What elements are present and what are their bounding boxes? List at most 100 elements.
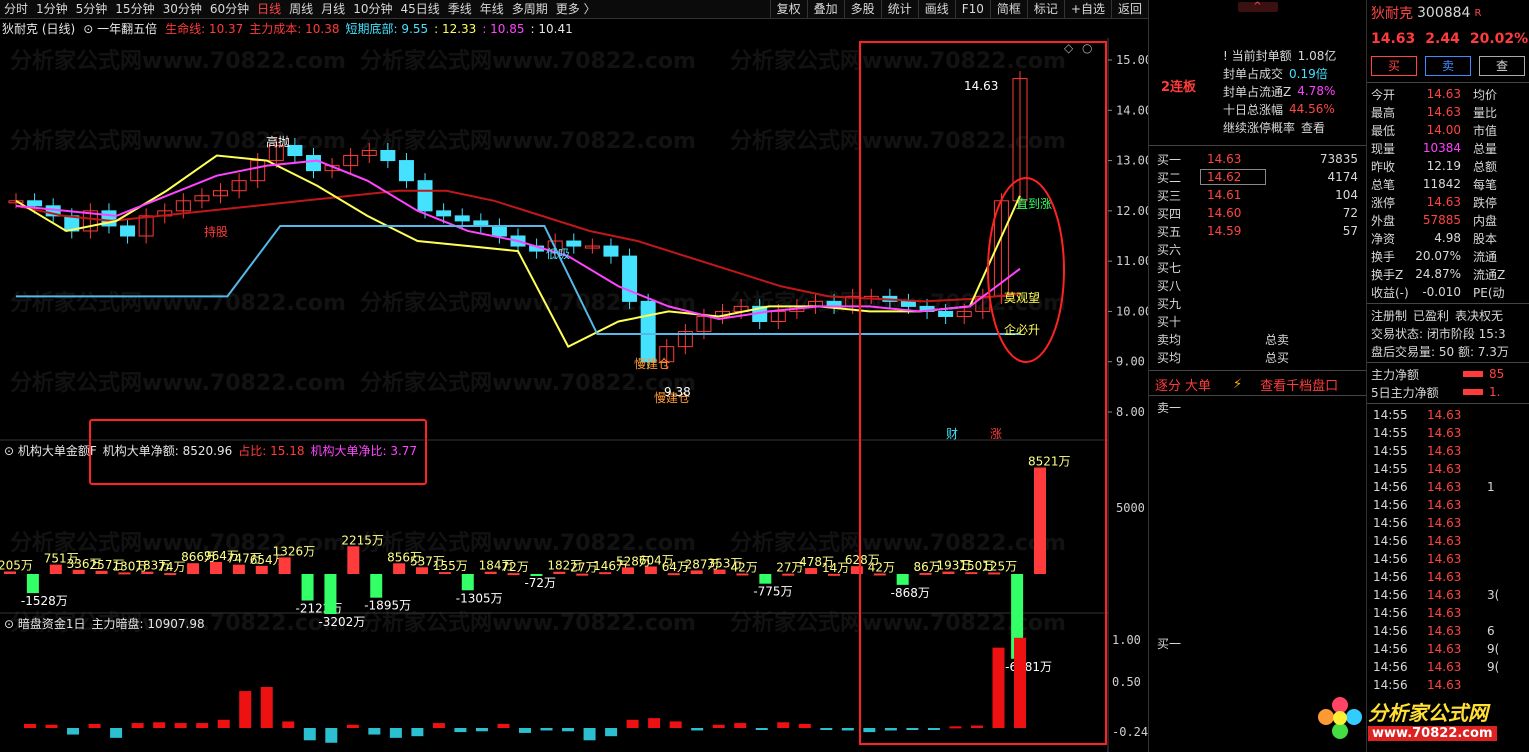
bid-label: 买四 [1157,206,1182,221]
tick-row: 14:56 14.63 [1367,532,1529,550]
candle-body [417,180,433,212]
pane2-bar [370,574,383,598]
pane2-bar [210,561,222,574]
period-tab[interactable]: 10分钟 [349,0,396,19]
y-tick-label: 14.00 [1116,103,1148,117]
tick-row: 14:55 14.63 [1367,460,1529,478]
price-chart[interactable]: 分析家公式网www.70822.com 分析家公式网www.70822.com 分析… [0,38,1148,752]
pane3-bar [820,728,833,730]
bid-row[interactable]: 买六 [1149,240,1366,258]
pane2-bar-label: -868万 [891,586,930,600]
candle-body [938,310,954,317]
pane3-name[interactable]: ⊙ 暗盘资金1日 [4,616,86,632]
collapse-handle-icon[interactable]: ^ [1237,2,1278,12]
pane2-bar-label: 42万 [730,560,757,574]
bid-row[interactable]: 买五 14.59 57 [1149,222,1366,240]
pane2-name[interactable]: ⊙ 机构大单金额F [4,443,97,459]
bid-row[interactable]: 买一 14.63 73835 [1149,150,1366,168]
quote-label: 换手Z [1371,267,1404,282]
period-tab[interactable]: 15分钟 [111,0,158,19]
toolbar-action-button[interactable]: 多股 [843,0,881,19]
avg-left-label: 卖均 [1157,332,1182,347]
flow-row: 5日主力净额 1. [1367,383,1529,401]
period-tab[interactable]: 1分钟 [32,0,72,19]
period-tab[interactable]: 季线 [444,0,476,19]
period-tab[interactable]: 5分钟 [72,0,112,19]
period-tab[interactable]: 30分钟 [159,0,206,19]
period-tab[interactable]: 更多 〉 [552,0,600,19]
period-tab[interactable]: 周线 [285,0,317,19]
watermark-text: 分析家公式网www.70822.com [10,370,346,396]
period-tab[interactable]: 分时 [0,0,32,19]
logo-title: 分析家公式网 [1368,701,1488,725]
pane2-bar-label: -1895万 [364,599,411,613]
buy-button[interactable]: 买 [1371,56,1417,76]
toolbar-action-button[interactable]: 叠加 [806,0,844,19]
period-tab[interactable]: 月线 [317,0,349,19]
bid-price: 14.63 [1207,152,1242,166]
bid-label: 买十 [1157,314,1182,329]
bid-volume: 73835 [1319,152,1358,166]
period-tab[interactable]: 年线 [476,0,508,19]
toolbar-action-button[interactable]: +自选 [1063,0,1111,19]
seal-stat-row[interactable]: 继续涨停概率 查看 [1223,118,1366,136]
quote-list: 今开 14.63 均价 最高 14.63 量比 最低 14.00 市值 现量 10384 总量 昨收 12… [1367,85,1529,301]
bid-row[interactable]: 买十 [1149,312,1366,330]
tick-row: 14:56 14.63 6 [1367,622,1529,640]
candle-body [398,160,414,182]
tick-time: 14:56 [1373,570,1408,584]
pane3-bar [432,723,445,728]
indicator-name[interactable]: ⊙ 一年翻五倍 [83,20,157,38]
tab-minute[interactable]: 逐分 [1155,375,1181,394]
tab-big-order[interactable]: 大单 [1185,375,1211,394]
toolbar-action-button[interactable]: 统计 [880,0,918,19]
y-tick-label: 10.00 [1116,304,1148,318]
high-price-label: 14.63 [964,79,998,93]
query-button[interactable]: 查 [1479,56,1525,76]
bid-row[interactable]: 买三 14.61 104 [1149,186,1366,204]
bid-row[interactable]: 买二 14.62 4174 [1149,168,1366,186]
quote-row: 昨收 12.19 总额 [1367,157,1529,175]
toolbar-action-button[interactable]: 画线 [917,0,955,19]
bid-row[interactable]: 买四 14.60 72 [1149,204,1366,222]
pane2-bar [393,563,406,574]
candle-body [566,240,582,247]
bid-row[interactable]: 买七 [1149,258,1366,276]
tab-thousand-depth[interactable]: 查看千档盘口 [1260,375,1338,394]
pane3-bar [626,719,639,728]
low-price-label: 9.38 [664,385,691,399]
quote-value: 11842 [1422,177,1461,191]
main-chart-title: 狄耐克 (日线) ⊙ 一年翻五倍 生命线: 10.37 主力成本: 10.38 短期… [2,20,573,38]
flow-value: 1. [1489,385,1501,399]
toolbar-action-button[interactable]: 简框 [989,0,1027,19]
tick-price: 14.63 [1427,480,1462,494]
toolbar-action-button[interactable]: F10 [954,0,990,19]
pane3-bar [884,728,897,731]
quote-panel: 狄耐克 300884 R 14.63 2.44 20.02% 买 卖 查 今开 1… [1366,0,1529,752]
period-tab[interactable]: 45日线 [396,0,443,19]
pin-icon[interactable]: ○ [1082,41,1092,55]
toolbar-action-button[interactable]: 复权 [769,0,807,19]
period-tab[interactable]: 日线 [253,0,285,19]
diamond-icon[interactable]: ◇ [1064,41,1074,55]
sell-button[interactable]: 卖 [1425,56,1471,76]
bid-volume: 57 [1342,224,1358,238]
bid-label: 买七 [1157,260,1182,275]
pane2-bar [187,563,200,574]
pane3-bar [196,723,209,728]
toolbar-action-button[interactable]: 标记 [1026,0,1064,19]
bid-row[interactable]: 买八 [1149,276,1366,294]
tick-price: 14.63 [1427,444,1462,458]
pane3-bar [1014,637,1026,728]
period-tab[interactable]: 多周期 [508,0,552,19]
period-tab[interactable]: 60分钟 [206,0,253,19]
flow-label: 主力净额 [1371,367,1420,382]
toolbar-action-button[interactable]: 返回 [1110,0,1148,19]
bid-price: 14.62 [1200,169,1266,185]
bid-row[interactable]: 买九 [1149,294,1366,312]
finance-marker[interactable]: 财 [946,427,958,441]
y-tick-label: 13.00 [1116,154,1148,168]
pane2-bar-label: 125万 [982,559,1017,573]
quote-label: 收益(-) [1371,285,1409,300]
limit-up-marker[interactable]: 涨 [990,426,1002,441]
